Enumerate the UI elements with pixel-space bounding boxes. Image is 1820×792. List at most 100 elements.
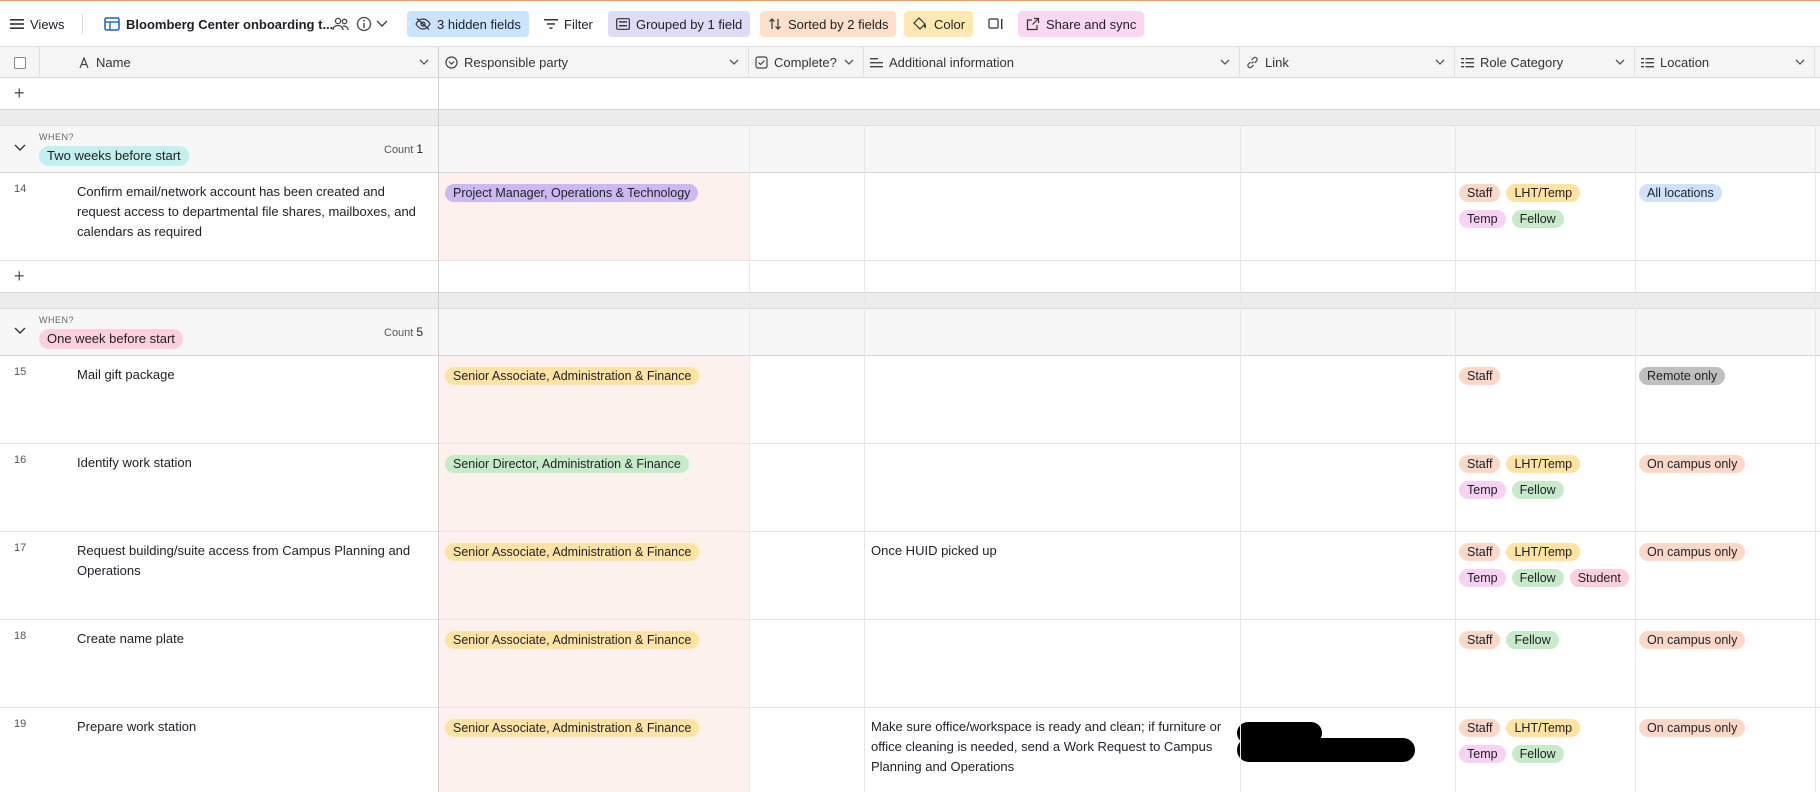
chevron-down-icon[interactable] [843, 56, 855, 68]
group-button[interactable]: Grouped by 1 field [608, 11, 751, 37]
additional-info[interactable]: Once HUID picked up [871, 541, 1241, 561]
group-count-value: 5 [416, 325, 424, 339]
chevron-down-icon[interactable] [14, 326, 26, 336]
column-divider [1815, 125, 1816, 792]
group-spacer [0, 110, 1820, 125]
additional-info[interactable]: Make sure office/workspace is ready and … [871, 717, 1241, 777]
chevron-down-icon[interactable] [728, 56, 740, 68]
header-responsible[interactable]: Responsible party [439, 47, 749, 78]
chevron-down-icon[interactable] [14, 143, 26, 153]
column-divider [1635, 125, 1636, 792]
add-record-row[interactable]: + [0, 261, 1820, 293]
role-pill: Student [1569, 569, 1629, 587]
group-header[interactable]: WHEN? Two weeks before start Count 1 [0, 125, 1820, 173]
location-pill[interactable]: On campus only [1639, 543, 1746, 561]
long-text-icon [870, 57, 883, 67]
responsible-pill[interactable]: Senior Associate, Administration & Finan… [445, 543, 700, 561]
group-count-value: 1 [416, 142, 424, 156]
role-cell[interactable]: Staff LHT/Temp Temp Fellow [1459, 455, 1631, 499]
location-pill[interactable]: On campus only [1639, 719, 1746, 737]
responsible-pill[interactable]: Project Manager, Operations & Technology [445, 184, 699, 202]
group-header[interactable]: WHEN? One week before start Count 5 [0, 308, 1820, 356]
chevron-down-icon[interactable] [372, 11, 398, 37]
color-button[interactable]: Color [904, 11, 974, 37]
table-row[interactable]: 19 Prepare work station Senior Associate… [0, 708, 1820, 792]
header-location-label: Location [1660, 55, 1710, 70]
location-pill[interactable]: On campus only [1639, 455, 1746, 473]
header-name[interactable]: Name [40, 47, 439, 78]
row-name[interactable]: Confirm email/network account has been c… [77, 182, 427, 242]
group-count: Count 5 [384, 325, 423, 339]
row-name[interactable]: Identify work station [77, 453, 427, 473]
plus-icon: + [14, 266, 25, 286]
location-pill[interactable]: On campus only [1639, 631, 1746, 649]
responsible-pill[interactable]: Senior Associate, Administration & Finan… [445, 367, 700, 385]
role-cell[interactable]: Staff LHT/Temp Temp Fellow [1459, 184, 1631, 228]
row-name[interactable]: Create name plate [77, 629, 427, 649]
chevron-down-icon[interactable] [1219, 56, 1231, 68]
location-pill[interactable]: All locations [1639, 184, 1722, 202]
chevron-down-icon[interactable] [418, 56, 430, 68]
header-complete[interactable]: Complete? [749, 47, 864, 78]
chevron-down-icon[interactable] [1434, 56, 1446, 68]
row-height-icon[interactable] [980, 11, 1018, 37]
table-name: Bloomberg Center onboarding t... [126, 16, 334, 32]
select-all-checkbox[interactable] [0, 47, 40, 78]
row-name[interactable]: Mail gift package [77, 365, 427, 385]
responsible-pill[interactable]: Senior Associate, Administration & Finan… [445, 631, 700, 649]
toolbar: Views Bloomberg Center onboarding t... 3… [0, 0, 1820, 46]
chevron-down-icon[interactable] [1794, 56, 1806, 68]
views-label: Views [30, 16, 65, 32]
hidden-fields-button[interactable]: 3 hidden fields [407, 11, 529, 37]
header-role-label: Role Category [1480, 55, 1564, 70]
table-row[interactable]: 18 Create name plate Senior Associate, A… [0, 620, 1820, 708]
share-sync-button[interactable]: Share and sync [1018, 11, 1145, 37]
filter-button[interactable]: Filter [536, 11, 601, 37]
link-icon [1247, 56, 1258, 69]
header-additional[interactable]: Additional information [864, 47, 1240, 78]
multi-select-icon [1461, 57, 1474, 67]
role-pill: Staff [1459, 184, 1501, 202]
text-field-icon [79, 56, 89, 68]
table-row[interactable]: 17 Request building/suite access from Ca… [0, 532, 1820, 620]
header-link[interactable]: Link [1240, 47, 1455, 78]
table-view-selector[interactable]: Bloomberg Center onboarding t... [96, 11, 341, 37]
table-row[interactable]: 14 Confirm email/network account has bee… [0, 173, 1820, 261]
responsible-pill[interactable]: Senior Associate, Administration & Finan… [445, 719, 700, 737]
share-label: Share and sync [1046, 16, 1137, 32]
header-role[interactable]: Role Category [1455, 47, 1635, 78]
role-cell[interactable]: Staff LHT/Temp Temp Fellow Student [1459, 543, 1631, 587]
header-responsible-label: Responsible party [464, 55, 569, 70]
paint-bucket-icon [913, 17, 926, 30]
chevron-down-icon[interactable] [1614, 56, 1626, 68]
role-pill: Temp [1459, 210, 1506, 228]
role-cell[interactable]: Staff Fellow [1459, 631, 1631, 649]
row-number: 18 [14, 630, 27, 642]
views-button[interactable]: Views [2, 11, 72, 37]
column-divider [1240, 125, 1241, 792]
filter-label: Filter [564, 16, 593, 32]
sort-icon [769, 18, 781, 30]
location-pill[interactable]: Remote only [1639, 367, 1726, 385]
single-select-icon [445, 56, 458, 69]
role-cell[interactable]: Staff LHT/Temp Temp Fellow [1459, 719, 1631, 763]
header-location[interactable]: Location [1635, 47, 1815, 78]
role-cell[interactable]: Staff [1459, 367, 1631, 385]
add-record-row[interactable]: + [0, 78, 1820, 110]
row-name[interactable]: Request building/suite access from Campu… [77, 541, 427, 581]
grid: + WHEN? Two weeks before start Count 1 14… [0, 78, 1820, 792]
role-pill: Staff [1459, 543, 1501, 561]
sort-button[interactable]: Sorted by 2 fields [760, 11, 897, 37]
role-pill: Fellow [1506, 631, 1559, 649]
table-row[interactable]: 16 Identify work station Senior Director… [0, 444, 1820, 532]
group-count-label: Count [384, 144, 414, 156]
responsible-pill[interactable]: Senior Director, Administration & Financ… [445, 455, 689, 473]
row-number: 19 [14, 718, 27, 730]
column-divider [1455, 125, 1456, 792]
role-pill: LHT/Temp [1506, 184, 1581, 202]
role-pill: LHT/Temp [1506, 719, 1581, 737]
row-name[interactable]: Prepare work station [77, 717, 427, 737]
toolbar-divider [82, 14, 83, 34]
table-row[interactable]: 15 Mail gift package Senior Associate, A… [0, 356, 1820, 444]
header-additional-label: Additional information [889, 55, 1015, 70]
